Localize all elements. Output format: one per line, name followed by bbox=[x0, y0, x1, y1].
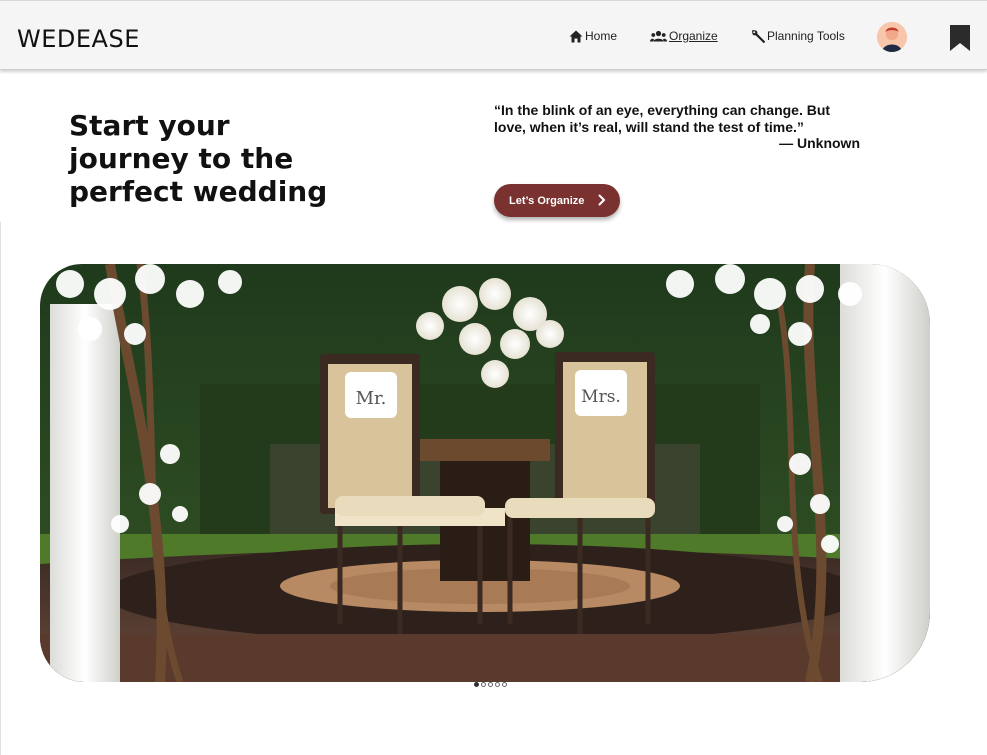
hero-image: Mr. Mrs. bbox=[40, 264, 930, 682]
hero-quote: “In the blink of an eye, everything can … bbox=[494, 102, 831, 135]
svg-text:Mrs.: Mrs. bbox=[581, 387, 621, 407]
nav-organize-label: Organize bbox=[669, 29, 718, 43]
nav-planning-tools[interactable]: Planning Tools bbox=[752, 29, 845, 43]
carousel-dot-2[interactable] bbox=[481, 682, 486, 687]
hero-headline: Start your journey to the perfect weddin… bbox=[69, 109, 328, 208]
carousel-dot-1[interactable] bbox=[474, 682, 479, 687]
nav-home-label: Home bbox=[585, 29, 618, 43]
home-icon bbox=[569, 30, 583, 42]
nav-organize[interactable]: Organize bbox=[650, 29, 718, 43]
quote-author: — Unknown bbox=[779, 135, 860, 151]
avatar-image bbox=[877, 22, 907, 52]
top-navbar: WEDEASE Home Organize Planning Tools bbox=[0, 0, 987, 70]
nav-planning-tools-label: Planning Tools bbox=[767, 29, 845, 43]
carousel-dot-4[interactable] bbox=[495, 682, 500, 687]
bookmark-icon[interactable] bbox=[950, 25, 970, 56]
svg-text:Mr.: Mr. bbox=[356, 388, 387, 409]
brand-logo[interactable]: WEDEASE bbox=[17, 25, 140, 53]
wedding-chairs-photo: Mr. Mrs. bbox=[40, 264, 930, 682]
user-avatar[interactable] bbox=[877, 22, 907, 52]
wrench-icon bbox=[752, 29, 765, 43]
people-icon bbox=[650, 30, 667, 42]
carousel-indicators bbox=[474, 682, 507, 687]
carousel-dot-3[interactable] bbox=[488, 682, 493, 687]
carousel-dot-5[interactable] bbox=[502, 682, 507, 687]
chevron-right-icon bbox=[598, 194, 606, 206]
page-edge-divider bbox=[0, 222, 1, 755]
lets-organize-button[interactable]: Let’s Organize bbox=[494, 184, 620, 217]
lets-organize-label: Let’s Organize bbox=[509, 194, 585, 207]
nav-home[interactable]: Home bbox=[569, 29, 617, 43]
